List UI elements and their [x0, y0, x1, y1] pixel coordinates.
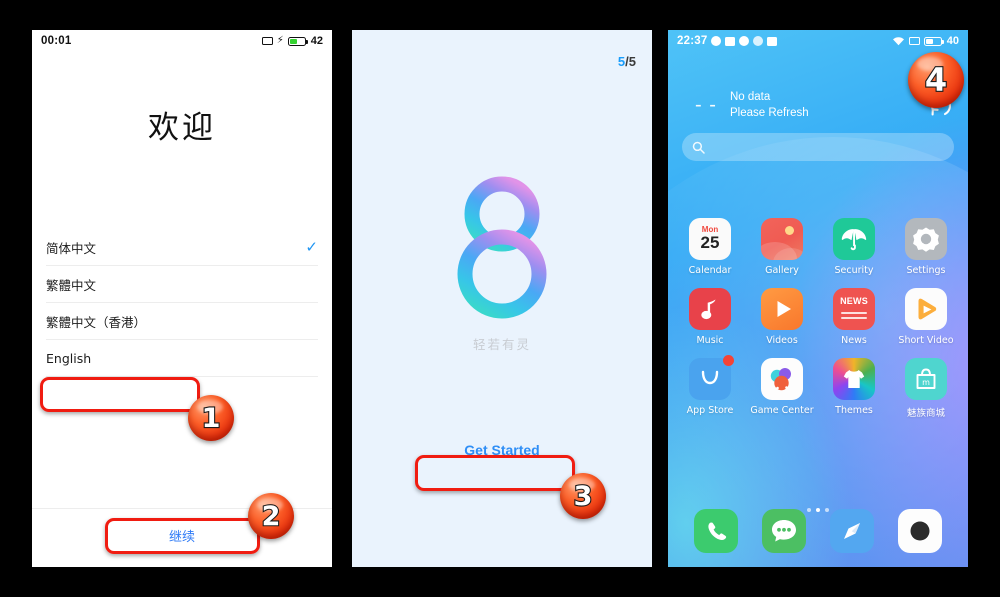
short-video-play-icon	[905, 288, 947, 330]
screenshot-icon	[908, 37, 920, 45]
language-label: 繁體中文	[46, 278, 97, 293]
get-started-button[interactable]: Get Started	[352, 442, 652, 458]
app-short-video[interactable]: Short Video	[894, 288, 958, 346]
play-icon	[761, 288, 803, 330]
gear-icon	[905, 218, 947, 260]
app-label: Videos	[766, 335, 798, 346]
app-label: News	[841, 335, 867, 346]
compass-icon[interactable]	[830, 509, 874, 553]
app-security[interactable]: Security	[822, 218, 886, 276]
step-badge-3: 3	[560, 473, 606, 519]
charging-icon: ⚡	[276, 35, 284, 46]
weather-status: No data Please Refresh	[730, 90, 928, 121]
battery-level: 42	[310, 35, 323, 47]
step-badge-1: 1	[188, 395, 234, 441]
camera-icon[interactable]	[898, 509, 942, 553]
language-option-traditional-chinese[interactable]: 繁體中文	[32, 266, 332, 303]
app-label: Themes	[835, 405, 873, 416]
battery-icon	[923, 36, 945, 46]
gallery-icon	[761, 218, 803, 260]
app-music[interactable]: Music	[678, 288, 742, 346]
calendar-icon: Mon 25	[689, 218, 731, 260]
weather-line-2: Please Refresh	[730, 106, 809, 119]
shopping-bag-icon	[689, 355, 734, 400]
page-indicator: 5/5	[618, 54, 636, 69]
language-label: 繁體中文（香港）	[46, 315, 147, 330]
game-balls-icon	[761, 358, 803, 400]
check-icon: ✓	[305, 238, 318, 256]
flyme-8-logo-icon	[457, 176, 547, 319]
language-option-english[interactable]: English	[32, 340, 332, 377]
app-themes[interactable]: Themes	[822, 358, 886, 419]
language-option-traditional-chinese-hk[interactable]: 繁體中文（香港）	[32, 303, 332, 340]
news-icon: NEWS	[833, 288, 875, 330]
notification-badge-dot	[723, 355, 734, 366]
status-time: 22:37	[677, 35, 708, 47]
weather-temperature: - -	[695, 94, 717, 117]
step-badge-4: 4	[908, 52, 964, 108]
alarm-icon	[753, 36, 764, 46]
app-label: 魅族商城	[906, 408, 945, 419]
app-grid: Mon 25 Calendar Gallery Security Setting…	[668, 218, 968, 419]
battery-icon	[287, 36, 309, 46]
app-row: Music Videos NEWS News Short Video	[678, 288, 958, 346]
flyme-logo-block: 轻若有灵	[352, 170, 652, 353]
account-icon	[739, 36, 750, 46]
app-label: Short Video	[898, 335, 954, 346]
calendar-day: 25	[700, 233, 720, 253]
language-option-simplified-chinese[interactable]: 简体中文 ✓	[32, 229, 332, 266]
notification-icon	[725, 36, 736, 46]
language-list: 简体中文 ✓ 繁體中文 繁體中文（香港） English	[32, 229, 332, 377]
page-total: 5	[628, 54, 636, 69]
app-row: Mon 25 Calendar Gallery Security Setting…	[678, 218, 958, 276]
status-time: 00:01	[41, 35, 72, 47]
phone-icon[interactable]	[694, 509, 738, 553]
message-icon	[767, 36, 778, 46]
app-meizu-store[interactable]: m 魅族商城	[894, 358, 958, 419]
meizu-store-icon: m	[905, 358, 947, 400]
phone-panel-home: 22:37 40 - - No data Please Refresh Mon …	[668, 30, 968, 567]
app-label: App Store	[686, 405, 734, 416]
app-videos[interactable]: Videos	[750, 288, 814, 346]
screenshot-icon	[261, 37, 273, 45]
step-badge-2: 2	[248, 493, 294, 539]
message-bubble-icon[interactable]	[762, 509, 806, 553]
svg-text:m: m	[922, 378, 930, 387]
search-input[interactable]	[682, 133, 954, 162]
tagline: 轻若有灵	[472, 337, 531, 352]
app-label: Calendar	[688, 265, 732, 276]
app-label: Game Center	[750, 405, 814, 416]
language-label: English	[46, 351, 92, 366]
language-label: 简体中文	[46, 241, 97, 256]
app-gallery[interactable]: Gallery	[750, 218, 814, 276]
app-label: Gallery	[765, 265, 799, 276]
dock	[668, 509, 968, 553]
battery-level: 40	[946, 35, 959, 47]
app-settings[interactable]: Settings	[894, 218, 958, 276]
app-label: Settings	[906, 265, 946, 276]
app-news[interactable]: NEWS News	[822, 288, 886, 346]
notification-icon	[711, 36, 722, 46]
wifi-icon	[892, 36, 905, 46]
app-label: Security	[834, 265, 874, 276]
app-label: Music	[696, 335, 724, 346]
news-text: NEWS	[840, 296, 868, 306]
umbrella-icon	[833, 218, 875, 260]
phone-panel-splash: 5/5 轻若有灵 Get Started	[352, 30, 652, 567]
weather-line-1: No data	[730, 91, 771, 103]
app-row: App Store Game Center Themes m 魅族商城	[678, 355, 958, 419]
page-title: 欢迎	[148, 110, 216, 146]
app-game-center[interactable]: Game Center	[750, 358, 814, 419]
search-icon	[692, 141, 705, 154]
music-note-icon	[689, 288, 731, 330]
screenshot-stage: 00:01 ⚡ 42 欢迎 简体中文 ✓ 繁體中文 繁體中文（香港） Engli	[0, 0, 1000, 597]
phone-panel-welcome: 00:01 ⚡ 42 欢迎 简体中文 ✓ 繁體中文 繁體中文（香港） Engli	[32, 30, 332, 567]
app-calendar[interactable]: Mon 25 Calendar	[678, 218, 742, 276]
tshirt-icon	[833, 358, 875, 400]
status-bar: 00:01 ⚡ 42	[32, 30, 332, 52]
status-bar: 22:37 40	[668, 30, 968, 52]
app-app-store[interactable]: App Store	[678, 355, 742, 419]
